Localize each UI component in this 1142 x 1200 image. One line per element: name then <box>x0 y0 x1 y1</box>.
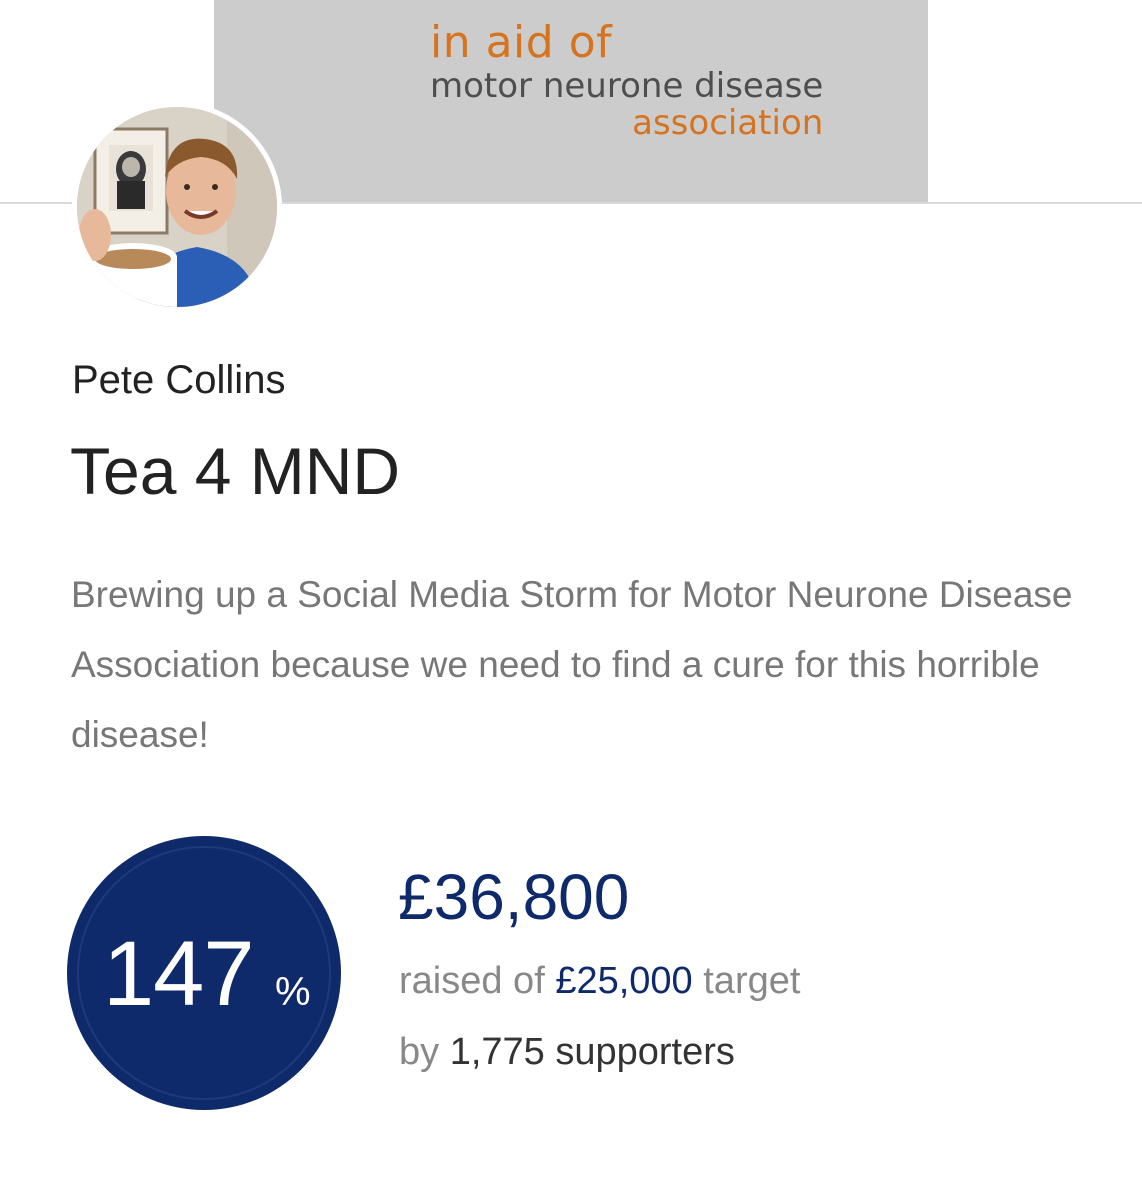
raised-prefix: raised of <box>399 960 545 1002</box>
charity-logo-line-1: in aid of <box>430 17 613 68</box>
charity-banner: in aid of motor neurone disease associat… <box>214 0 928 203</box>
avatar-image <box>77 107 277 307</box>
supporters-count: 1,775 <box>449 1031 545 1073</box>
progress-percent: 147 <box>103 923 254 1025</box>
fundraiser-name: Pete Collins <box>72 358 286 402</box>
avatar-photo <box>77 107 277 307</box>
page-title: Tea 4 MND <box>70 434 401 508</box>
supporters-line: by 1,775 supporters <box>399 1029 735 1075</box>
fundraising-page: in aid of motor neurone disease associat… <box>0 0 1142 1200</box>
page-description: Brewing up a Social Media Storm for Moto… <box>71 574 1073 755</box>
avatar[interactable] <box>72 102 282 312</box>
target-line: raised of £25,000 target <box>399 958 800 1004</box>
target-amount: £25,000 <box>555 960 693 1002</box>
progress-circle: 147 % <box>67 836 341 1110</box>
supporters-suffix: supporters <box>555 1031 735 1073</box>
amount-raised: £36,800 <box>398 861 630 933</box>
charity-logo-line-3: association <box>632 103 824 143</box>
supporters-prefix: by <box>399 1031 440 1073</box>
progress-percent-symbol: % <box>275 970 311 1014</box>
charity-logo-line-2: motor neurone disease <box>430 66 824 106</box>
charity-logo: in aid of motor neurone disease associat… <box>430 17 824 143</box>
target-suffix: target <box>703 960 801 1002</box>
